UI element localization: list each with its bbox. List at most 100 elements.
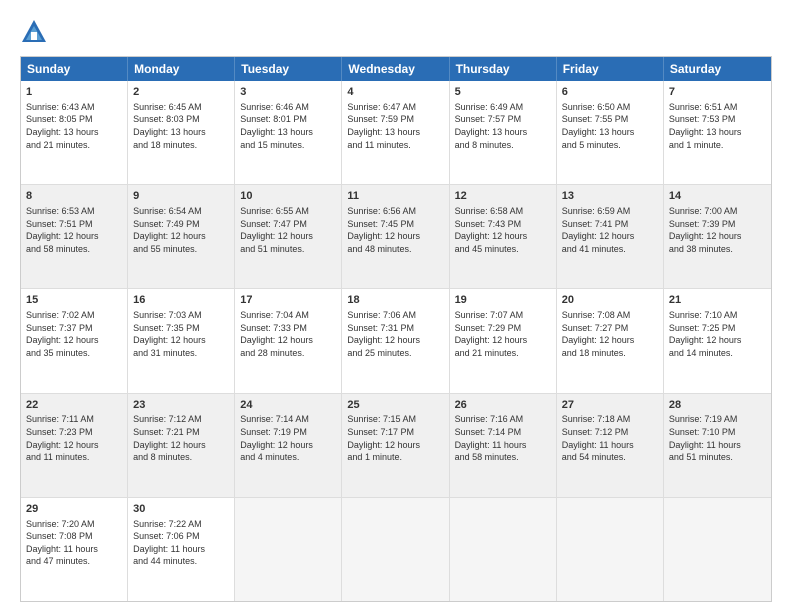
cell-line: Sunrise: 7:14 AM (240, 413, 336, 426)
day-cell-8: 8Sunrise: 6:53 AMSunset: 7:51 PMDaylight… (21, 185, 128, 288)
cell-line: Daylight: 13 hours (455, 126, 551, 139)
day-cell-21: 21Sunrise: 7:10 AMSunset: 7:25 PMDayligh… (664, 289, 771, 392)
day-cell-7: 7Sunrise: 6:51 AMSunset: 7:53 PMDaylight… (664, 81, 771, 184)
cell-line: Sunset: 7:29 PM (455, 322, 551, 335)
cell-line: and 45 minutes. (455, 243, 551, 256)
day-number: 30 (133, 502, 229, 517)
cell-line: and 11 minutes. (347, 139, 443, 152)
day-number: 4 (347, 85, 443, 100)
cell-line: Sunrise: 6:59 AM (562, 205, 658, 218)
day-number: 28 (669, 398, 766, 413)
cell-line: Daylight: 12 hours (26, 334, 122, 347)
day-number: 29 (26, 502, 122, 517)
cell-line: Sunrise: 6:55 AM (240, 205, 336, 218)
cell-line: Sunrise: 7:00 AM (669, 205, 766, 218)
day-cell-20: 20Sunrise: 7:08 AMSunset: 7:27 PMDayligh… (557, 289, 664, 392)
page: SundayMondayTuesdayWednesdayThursdayFrid… (0, 0, 792, 612)
cell-line: and 31 minutes. (133, 347, 229, 360)
cell-line: Daylight: 11 hours (26, 543, 122, 556)
cell-line: Sunset: 7:37 PM (26, 322, 122, 335)
cell-line: Sunset: 7:43 PM (455, 218, 551, 231)
cell-line: Sunrise: 7:10 AM (669, 309, 766, 322)
day-number: 26 (455, 398, 551, 413)
day-cell-5: 5Sunrise: 6:49 AMSunset: 7:57 PMDaylight… (450, 81, 557, 184)
weekday-header-thursday: Thursday (450, 57, 557, 81)
day-number: 23 (133, 398, 229, 413)
day-number: 17 (240, 293, 336, 308)
cell-line: Sunrise: 6:46 AM (240, 101, 336, 114)
cell-line: and 25 minutes. (347, 347, 443, 360)
cell-line: Sunrise: 6:45 AM (133, 101, 229, 114)
cell-line: Daylight: 13 hours (669, 126, 766, 139)
day-number: 12 (455, 189, 551, 204)
cell-line: Daylight: 12 hours (347, 230, 443, 243)
cell-line: Sunset: 7:23 PM (26, 426, 122, 439)
cell-line: Sunset: 7:27 PM (562, 322, 658, 335)
cell-line: Sunset: 7:45 PM (347, 218, 443, 231)
cell-line: and 11 minutes. (26, 451, 122, 464)
empty-cell (235, 498, 342, 601)
cell-line: Sunrise: 6:50 AM (562, 101, 658, 114)
cell-line: and 35 minutes. (26, 347, 122, 360)
cell-line: Daylight: 12 hours (133, 439, 229, 452)
cell-line: Daylight: 11 hours (669, 439, 766, 452)
day-cell-2: 2Sunrise: 6:45 AMSunset: 8:03 PMDaylight… (128, 81, 235, 184)
cell-line: Daylight: 12 hours (133, 230, 229, 243)
cell-line: and 1 minute. (347, 451, 443, 464)
day-number: 14 (669, 189, 766, 204)
cell-line: Sunrise: 7:19 AM (669, 413, 766, 426)
cell-line: Sunset: 7:17 PM (347, 426, 443, 439)
cell-line: Sunrise: 7:07 AM (455, 309, 551, 322)
day-number: 5 (455, 85, 551, 100)
calendar-header: SundayMondayTuesdayWednesdayThursdayFrid… (21, 57, 771, 81)
cell-line: Sunrise: 6:47 AM (347, 101, 443, 114)
cell-line: Daylight: 13 hours (240, 126, 336, 139)
cell-line: and 41 minutes. (562, 243, 658, 256)
cell-line: Sunset: 7:53 PM (669, 113, 766, 126)
day-cell-10: 10Sunrise: 6:55 AMSunset: 7:47 PMDayligh… (235, 185, 342, 288)
day-cell-13: 13Sunrise: 6:59 AMSunset: 7:41 PMDayligh… (557, 185, 664, 288)
cell-line: Sunset: 8:01 PM (240, 113, 336, 126)
cell-line: Sunrise: 7:04 AM (240, 309, 336, 322)
cell-line: Sunset: 7:33 PM (240, 322, 336, 335)
day-number: 3 (240, 85, 336, 100)
calendar-row-1: 8Sunrise: 6:53 AMSunset: 7:51 PMDaylight… (21, 184, 771, 288)
cell-line: Daylight: 11 hours (562, 439, 658, 452)
logo (20, 18, 52, 46)
cell-line: Sunrise: 7:12 AM (133, 413, 229, 426)
cell-line: Sunset: 7:41 PM (562, 218, 658, 231)
weekday-header-sunday: Sunday (21, 57, 128, 81)
cell-line: Sunset: 7:21 PM (133, 426, 229, 439)
cell-line: and 47 minutes. (26, 555, 122, 568)
day-number: 24 (240, 398, 336, 413)
day-cell-22: 22Sunrise: 7:11 AMSunset: 7:23 PMDayligh… (21, 394, 128, 497)
cell-line: Sunrise: 7:15 AM (347, 413, 443, 426)
cell-line: and 54 minutes. (562, 451, 658, 464)
logo-icon (20, 18, 48, 46)
cell-line: Sunset: 7:08 PM (26, 530, 122, 543)
cell-line: Sunrise: 7:22 AM (133, 518, 229, 531)
cell-line: and 28 minutes. (240, 347, 336, 360)
cell-line: Sunrise: 7:16 AM (455, 413, 551, 426)
day-cell-17: 17Sunrise: 7:04 AMSunset: 7:33 PMDayligh… (235, 289, 342, 392)
day-number: 16 (133, 293, 229, 308)
cell-line: Sunrise: 6:43 AM (26, 101, 122, 114)
cell-line: Sunset: 8:05 PM (26, 113, 122, 126)
cell-line: Sunrise: 7:18 AM (562, 413, 658, 426)
cell-line: and 8 minutes. (133, 451, 229, 464)
cell-line: Sunset: 7:35 PM (133, 322, 229, 335)
empty-cell (557, 498, 664, 601)
cell-line: Sunrise: 6:53 AM (26, 205, 122, 218)
day-cell-27: 27Sunrise: 7:18 AMSunset: 7:12 PMDayligh… (557, 394, 664, 497)
cell-line: Daylight: 12 hours (133, 334, 229, 347)
cell-line: Sunset: 7:19 PM (240, 426, 336, 439)
cell-line: Sunset: 7:57 PM (455, 113, 551, 126)
day-cell-26: 26Sunrise: 7:16 AMSunset: 7:14 PMDayligh… (450, 394, 557, 497)
cell-line: Sunrise: 6:54 AM (133, 205, 229, 218)
cell-line: and 1 minute. (669, 139, 766, 152)
cell-line: Sunset: 7:12 PM (562, 426, 658, 439)
cell-line: and 8 minutes. (455, 139, 551, 152)
cell-line: Sunset: 7:06 PM (133, 530, 229, 543)
day-number: 19 (455, 293, 551, 308)
calendar-row-4: 29Sunrise: 7:20 AMSunset: 7:08 PMDayligh… (21, 497, 771, 601)
